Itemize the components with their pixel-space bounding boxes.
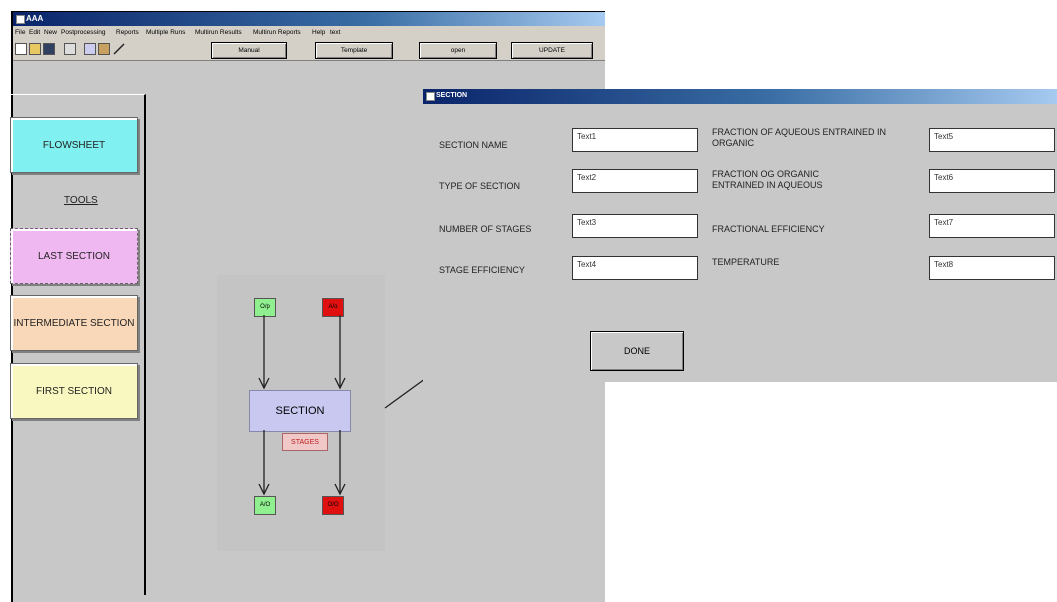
menu-multirun-results[interactable]: Multirun Results bbox=[195, 29, 242, 36]
section-dialog: SECTION SECTION NAME Text1 TYPE OF SECTI… bbox=[423, 89, 1057, 382]
tools-label: TOOLS bbox=[64, 195, 98, 206]
menu-multiple-runs[interactable]: Multiple Runs bbox=[146, 29, 185, 36]
temperature-field[interactable]: Text8 bbox=[929, 256, 1055, 280]
paste-icon[interactable] bbox=[98, 43, 110, 55]
organic-out-node[interactable]: O/O bbox=[322, 496, 344, 515]
menu-edit[interactable]: Edit bbox=[29, 29, 40, 36]
menu-file[interactable]: File bbox=[15, 29, 25, 36]
menu-multirun-reports[interactable]: Multirun Reports bbox=[253, 29, 301, 36]
main-window-title: AAA bbox=[26, 14, 44, 23]
section-name-label: SECTION NAME bbox=[439, 140, 508, 150]
organic-feed-node[interactable]: O/p bbox=[254, 298, 276, 317]
aqueous-out-node[interactable]: A/O bbox=[254, 496, 276, 515]
first-section-button[interactable]: FIRST SECTION bbox=[10, 363, 138, 419]
stage-efficiency-field[interactable]: Text4 bbox=[572, 256, 698, 280]
stage-efficiency-label: STAGE EFFICIENCY bbox=[439, 265, 525, 275]
aqueous-entrained-label: FRACTION OF AQUEOUS ENTRAINED IN ORGANIC bbox=[712, 127, 887, 148]
fractional-efficiency-field[interactable]: Text7 bbox=[929, 214, 1055, 238]
organic-entrained-field[interactable]: Text6 bbox=[929, 169, 1055, 193]
menu-new[interactable]: New bbox=[44, 29, 57, 36]
aqueous-feed-node[interactable]: A/o bbox=[322, 298, 344, 317]
manual-button[interactable]: Manual bbox=[211, 42, 287, 59]
save-icon[interactable] bbox=[43, 43, 55, 55]
flowsheet-button[interactable]: FLOWSHEET bbox=[10, 117, 138, 173]
fractional-efficiency-label: FRACTIONAL EFFICIENCY bbox=[712, 224, 825, 234]
done-button[interactable]: DONE bbox=[590, 331, 684, 371]
stages-node[interactable]: STAGES bbox=[282, 433, 328, 451]
new-file-icon[interactable] bbox=[15, 43, 27, 55]
window-icon bbox=[16, 15, 25, 24]
pencil-icon[interactable] bbox=[113, 43, 125, 55]
dialog-window-icon bbox=[426, 92, 435, 101]
aqueous-entrained-field[interactable]: Text5 bbox=[929, 128, 1055, 152]
type-of-section-label: TYPE OF SECTION bbox=[439, 181, 521, 191]
section-name-field[interactable]: Text1 bbox=[572, 128, 698, 152]
type-of-section-field[interactable]: Text2 bbox=[572, 169, 698, 193]
menu-text[interactable]: text bbox=[330, 29, 340, 36]
organic-entrained-label: FRACTION OG ORGANIC ENTRAINED IN AQUEOUS bbox=[712, 169, 823, 190]
open-button[interactable]: open bbox=[419, 42, 497, 59]
print-icon[interactable] bbox=[64, 43, 76, 55]
open-folder-icon[interactable] bbox=[29, 43, 41, 55]
dialog-titlebar: SECTION bbox=[423, 89, 1057, 104]
temperature-label: TEMPERATURE bbox=[712, 257, 780, 267]
template-button[interactable]: Template bbox=[315, 42, 393, 59]
menu-postprocessing[interactable]: Postprocessing bbox=[61, 29, 105, 36]
section-node[interactable]: SECTION bbox=[249, 390, 351, 432]
copy-icon[interactable] bbox=[84, 43, 96, 55]
tools-panel: FLOWSHEET TOOLS LAST SECTION INTERMEDIAT… bbox=[4, 94, 146, 595]
intermediate-section-button[interactable]: INTERMEDIATE SECTION bbox=[10, 295, 138, 351]
last-section-button[interactable]: LAST SECTION bbox=[10, 228, 138, 284]
number-of-stages-label: NUMBER OF STAGES bbox=[439, 224, 532, 234]
number-of-stages-field[interactable]: Text3 bbox=[572, 214, 698, 238]
toolbar: Manual Template open UPDATE bbox=[13, 40, 605, 61]
main-titlebar: AAA bbox=[13, 12, 605, 26]
menu-reports[interactable]: Reports bbox=[116, 29, 139, 36]
menubar: File Edit New Postprocessing Reports Mul… bbox=[13, 26, 605, 40]
menu-help[interactable]: Help bbox=[312, 29, 325, 36]
update-button[interactable]: UPDATE bbox=[511, 42, 593, 59]
dialog-title: SECTION bbox=[436, 92, 468, 99]
